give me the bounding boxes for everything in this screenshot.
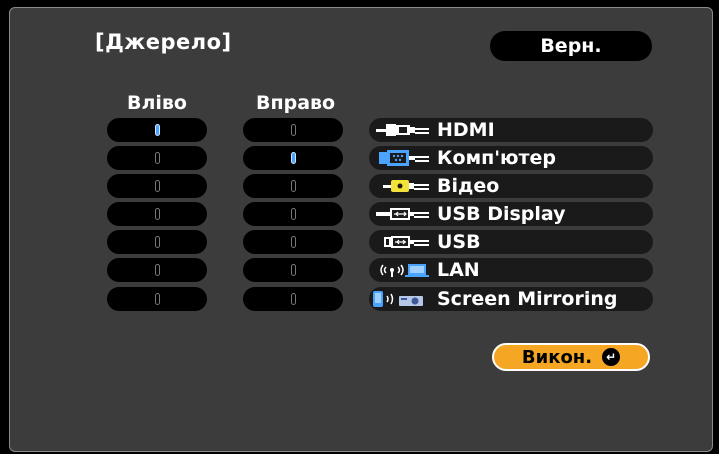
back-button-label: Верн. — [540, 35, 602, 57]
back-button[interactable]: Верн. — [490, 31, 652, 61]
left-cell-usb[interactable] — [107, 230, 207, 254]
source-label: USB — [437, 231, 481, 253]
right-cell-screen-mirroring[interactable] — [243, 287, 343, 311]
screen-mirroring-icon — [369, 290, 437, 308]
source-label: HDMI — [437, 119, 495, 141]
lan-icon — [369, 262, 437, 278]
right-cell-computer[interactable] — [243, 146, 343, 170]
video-rca-icon — [369, 178, 437, 194]
source-label: Комп'ютер — [437, 147, 557, 169]
right-cell-usb[interactable] — [243, 230, 343, 254]
enter-icon: ↵ — [602, 348, 621, 366]
left-indicator — [154, 208, 160, 220]
right-cell-hdmi[interactable] — [243, 118, 343, 142]
right-indicator — [290, 180, 296, 192]
source-item-computer[interactable]: Комп'ютер — [369, 146, 653, 170]
source-label: USB Display — [437, 203, 566, 225]
left-indicator — [154, 264, 160, 276]
source-label: LAN — [437, 259, 480, 281]
right-indicator — [290, 208, 296, 220]
right-cell-lan[interactable] — [243, 258, 343, 282]
left-indicator — [154, 152, 160, 164]
execute-button[interactable]: Викон. ↵ — [492, 343, 650, 371]
computer-vga-icon — [369, 150, 437, 166]
right-cell-video[interactable] — [243, 174, 343, 198]
right-indicator — [290, 124, 296, 136]
source-item-usb-display[interactable]: USB Display — [369, 202, 653, 226]
right-indicator — [290, 293, 296, 305]
left-cell-usb-display[interactable] — [107, 202, 207, 226]
right-indicator — [290, 236, 296, 248]
source-item-screen-mirroring[interactable]: Screen Mirroring — [369, 287, 653, 311]
hdmi-icon — [369, 122, 437, 138]
source-label: Відео — [437, 175, 500, 197]
column-header-right: Вправо — [256, 92, 336, 114]
source-item-lan[interactable]: LAN — [369, 258, 653, 282]
left-cell-lan[interactable] — [107, 258, 207, 282]
source-item-usb[interactable]: USB — [369, 230, 653, 254]
left-indicator — [154, 293, 160, 305]
left-cell-screen-mirroring[interactable] — [107, 287, 207, 311]
source-item-hdmi[interactable]: HDMI — [369, 118, 653, 142]
column-header-left: Вліво — [127, 92, 187, 114]
source-label: Screen Mirroring — [437, 288, 618, 310]
left-cell-hdmi[interactable] — [107, 118, 207, 142]
left-cell-computer[interactable] — [107, 146, 207, 170]
left-indicator — [154, 236, 160, 248]
left-indicator — [154, 180, 160, 192]
left-indicator-selected — [154, 124, 160, 136]
left-cell-video[interactable] — [107, 174, 207, 198]
right-indicator-selected — [290, 152, 296, 164]
usb-display-icon — [369, 206, 437, 222]
source-item-video[interactable]: Відео — [369, 174, 653, 198]
usb-icon — [369, 234, 437, 250]
execute-button-label: Викон. — [521, 346, 593, 368]
right-indicator — [290, 264, 296, 276]
page-title: [Джерело] — [95, 30, 232, 54]
right-cell-usb-display[interactable] — [243, 202, 343, 226]
